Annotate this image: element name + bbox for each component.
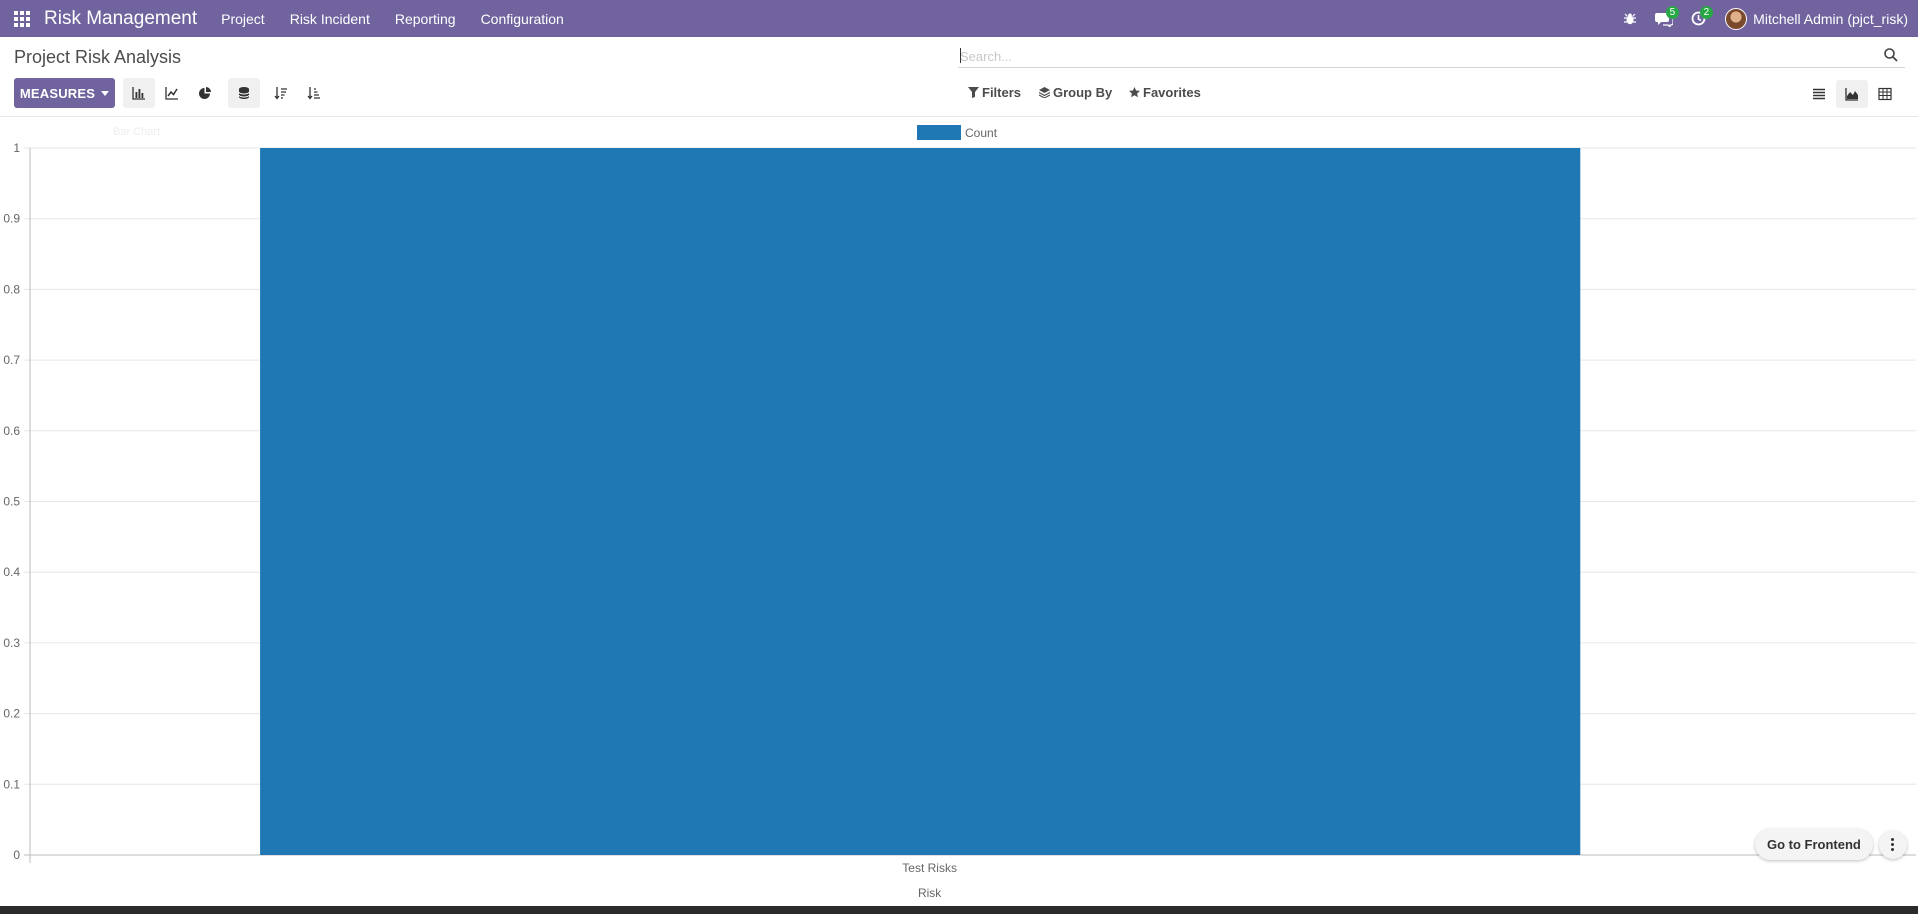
bar <box>260 148 1581 855</box>
y-tick-label: 0.1 <box>3 777 20 791</box>
x-axis-label: Risk <box>918 886 942 900</box>
x-tick-label: Test Risks <box>902 861 957 875</box>
text-cursor <box>960 48 961 63</box>
y-tick-label: 0.6 <box>3 424 20 438</box>
caret-down-icon <box>101 90 110 96</box>
list-view-icon <box>1813 88 1825 100</box>
control-panel-divider <box>0 116 1918 117</box>
sort-ascending-button[interactable] <box>298 78 330 108</box>
filters-button[interactable]: Filters <box>968 85 1021 100</box>
pie-chart-button[interactable] <box>189 78 221 108</box>
search-icon[interactable] <box>1883 47 1899 63</box>
user-menu[interactable]: Mitchell Admin (pjct_risk) <box>1725 7 1908 30</box>
table-grid-icon <box>1878 87 1892 101</box>
database-stack-icon <box>238 87 250 99</box>
pivot-view-button[interactable] <box>1869 80 1901 108</box>
filter-icon <box>968 87 979 98</box>
menu-configuration[interactable]: Configuration <box>481 11 564 27</box>
graph-view-button[interactable] <box>1836 80 1868 108</box>
search-input[interactable] <box>960 46 1860 66</box>
user-name: Mitchell Admin (pjct_risk) <box>1753 10 1908 27</box>
y-tick-label: 0.5 <box>3 495 20 509</box>
bar-chart-button[interactable] <box>123 78 155 108</box>
list-view-button[interactable] <box>1803 80 1835 108</box>
search-bar <box>958 44 1905 68</box>
page-title: Project Risk Analysis <box>14 47 182 67</box>
sort-descending-button[interactable] <box>265 78 297 108</box>
bar-chart-icon <box>132 87 145 100</box>
os-bottom-bar <box>0 906 1918 914</box>
menu-project[interactable]: Project <box>221 11 265 27</box>
line-chart-button[interactable] <box>156 78 188 108</box>
debug-bug-icon[interactable] <box>1613 0 1647 37</box>
pie-chart-icon <box>199 87 211 99</box>
sort-ascending-icon <box>307 87 320 100</box>
y-tick-label: 1 <box>13 141 20 155</box>
favorites-button[interactable]: Favorites <box>1129 85 1201 100</box>
y-tick-label: 0.4 <box>3 565 20 579</box>
measures-button[interactable]: MEASURES <box>14 78 115 108</box>
go-to-frontend-button[interactable]: Go to Frontend <box>1755 829 1873 860</box>
y-tick-label: 0.8 <box>3 282 20 296</box>
y-tick-label: 0.7 <box>3 353 20 367</box>
y-tick-label: 0.2 <box>3 707 20 721</box>
messages-badge: 5 <box>1665 6 1680 19</box>
activities-clock-icon[interactable]: 2 <box>1681 0 1715 37</box>
measures-label: MEASURES <box>19 85 96 101</box>
favorites-label: Favorites <box>1143 85 1201 100</box>
menu-risk-incident[interactable]: Risk Incident <box>290 11 370 27</box>
area-chart-icon <box>1845 88 1858 101</box>
y-tick-label: 0.3 <box>3 636 20 650</box>
top-navbar: Risk Management Project Risk Incident Re… <box>0 0 1918 37</box>
y-tick-label: 0 <box>13 848 20 862</box>
star-icon <box>1129 87 1140 98</box>
group-by-label: Group By <box>1053 85 1113 100</box>
bar-chart: 0 0.1 0.2 0.3 0.4 0.5 0.6 0.7 0.8 0.9 1 Test Risks R… <box>3 141 1916 900</box>
kebab-menu-icon[interactable] <box>1878 830 1907 859</box>
activities-badge: 2 <box>1699 6 1714 19</box>
apps-menu-icon[interactable] <box>0 0 44 37</box>
app-brand[interactable]: Risk Management <box>44 8 197 30</box>
filters-label: Filters <box>982 85 1022 100</box>
line-chart-icon <box>165 87 178 100</box>
menu-reporting[interactable]: Reporting <box>395 11 456 27</box>
sort-descending-icon <box>274 87 287 100</box>
layers-icon <box>1039 87 1050 98</box>
stacked-toggle-button[interactable] <box>228 78 260 108</box>
group-by-button[interactable]: Group By <box>1039 85 1112 100</box>
frontend-controls: Go to Frontend <box>1755 829 1907 860</box>
y-tick-label: 0.9 <box>3 212 20 226</box>
messages-chat-icon[interactable]: 5 <box>1647 0 1681 37</box>
avatar <box>1725 7 1748 30</box>
